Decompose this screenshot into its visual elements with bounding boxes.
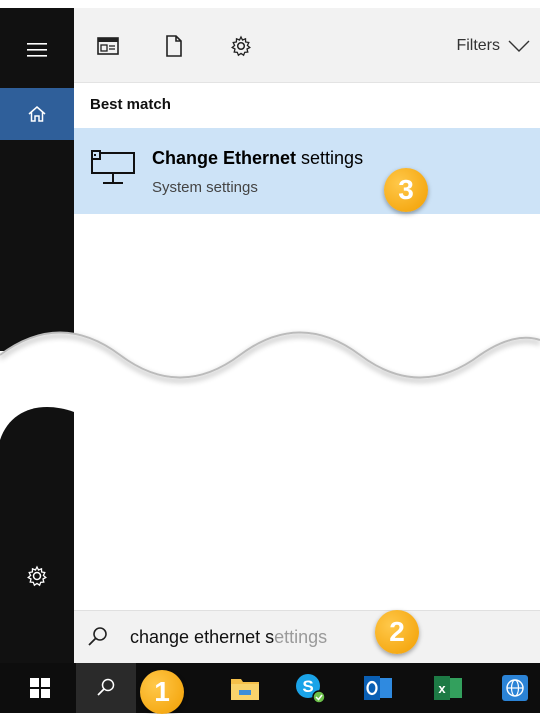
- file-explorer-icon: [231, 679, 259, 700]
- settings-button[interactable]: [0, 552, 74, 600]
- home-icon: [28, 106, 46, 122]
- search-icon: [97, 678, 115, 696]
- hamburger-menu-icon: [27, 43, 47, 57]
- outlook-icon: [364, 676, 392, 700]
- ethernet-network-icon: [91, 150, 135, 184]
- best-match-title: Change Ethernet settings: [152, 148, 363, 169]
- callout-badge-1: 1: [140, 670, 184, 714]
- search-box[interactable]: change ethernet settings: [74, 610, 540, 663]
- windows-start-icon: [30, 678, 50, 698]
- svg-text:S: S: [302, 677, 313, 696]
- callout-badge-2: 2: [375, 610, 419, 654]
- callout-badge-3: 3: [384, 168, 428, 212]
- skype-button[interactable]: S: [280, 663, 340, 713]
- file-explorer-button[interactable]: [215, 663, 275, 713]
- browser-button[interactable]: [490, 663, 540, 713]
- excel-icon: x: [434, 676, 462, 700]
- start-button[interactable]: [10, 663, 70, 713]
- apps-icon: [97, 37, 119, 55]
- apps-scope-button[interactable]: [96, 34, 120, 58]
- browser-icon: [502, 675, 528, 701]
- chevron-down-icon: [508, 40, 530, 52]
- search-autocomplete-suggestion: ettings: [274, 627, 328, 647]
- search-typed-text: change ethernet s: [130, 627, 275, 647]
- best-match-heading: Best match: [90, 96, 171, 113]
- search-scope-toolbar: Filters: [74, 8, 540, 83]
- search-input[interactable]: change ethernet settings: [130, 627, 327, 648]
- taskbar: S x: [0, 663, 540, 713]
- best-match-title-rest: settings: [296, 148, 364, 168]
- skype-icon: S: [296, 674, 326, 704]
- home-button[interactable]: [0, 88, 74, 140]
- best-match-subtitle: System settings: [152, 179, 258, 196]
- best-match-result[interactable]: Change Ethernet settings System settings: [74, 128, 540, 214]
- svg-text:x: x: [438, 681, 446, 696]
- documents-icon: [166, 35, 182, 57]
- filters-dropdown[interactable]: Filters: [456, 37, 530, 55]
- documents-scope-button[interactable]: [162, 34, 186, 58]
- filters-label: Filters: [456, 37, 500, 54]
- settings-icon: [231, 35, 251, 57]
- settings-gear-icon: [27, 565, 47, 587]
- excel-button[interactable]: x: [418, 663, 478, 713]
- hamburger-menu-button[interactable]: [0, 26, 74, 74]
- torn-edge-divider: [0, 331, 540, 450]
- outlook-button[interactable]: [348, 663, 408, 713]
- taskbar-search-button[interactable]: [76, 663, 136, 713]
- best-match-title-bold: Change Ethernet: [152, 148, 297, 168]
- settings-scope-button[interactable]: [229, 34, 253, 58]
- search-icon: [88, 627, 107, 646]
